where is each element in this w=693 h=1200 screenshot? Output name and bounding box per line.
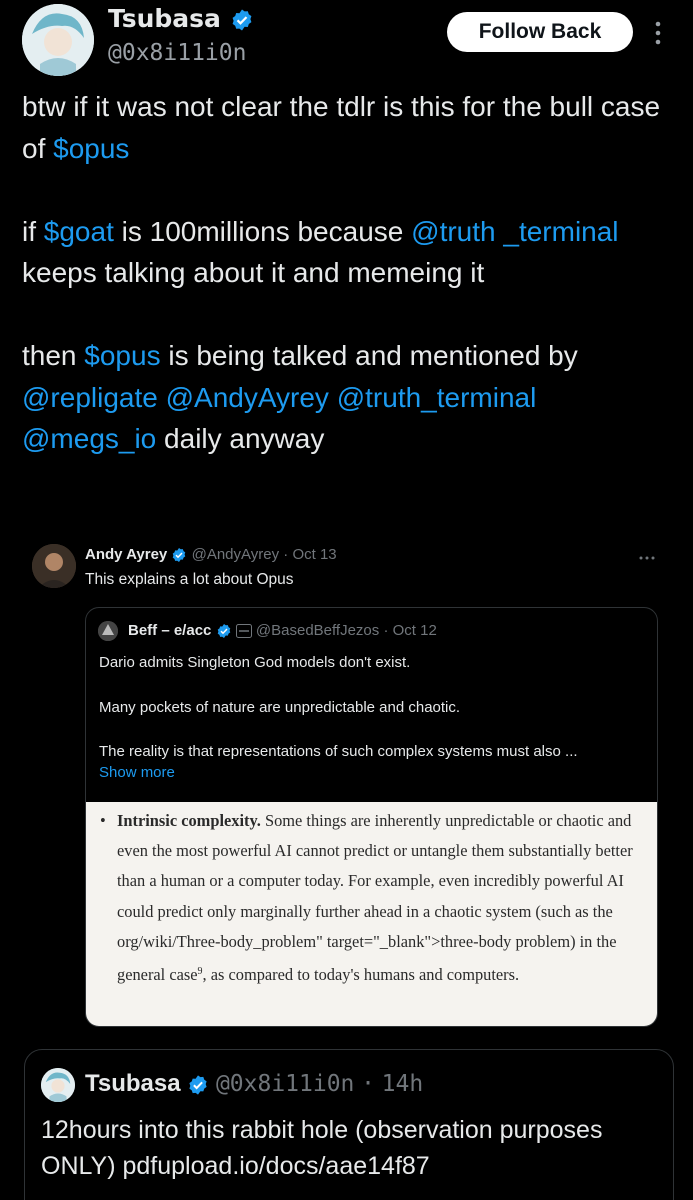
- post-text: btw if it was not clear the tdlr is this…: [22, 86, 672, 460]
- nested-author-row: Beff – e/acc @BasedBeffJezos · Oct 12: [128, 622, 437, 639]
- paper-tail-text: , as compared to today's humans and comp…: [202, 965, 520, 985]
- text: if: [22, 215, 44, 247]
- text: keeps talking about it and memeing it: [22, 257, 485, 288]
- cashtag-opus[interactable]: $opus: [53, 133, 129, 164]
- author-handle[interactable]: @0x8i11i0n: [108, 40, 246, 66]
- verified-badge-icon: [217, 624, 230, 639]
- mention-truth-terminal[interactable]: @truth _terminal: [411, 216, 618, 247]
- quoted-author-avatar[interactable]: [32, 544, 76, 588]
- text: is being talked and mentioned by: [160, 340, 578, 371]
- mention-andyayrey[interactable]: @AndyAyrey: [166, 382, 329, 413]
- bottom-quote-text: 12hours into this rabbit hole (observati…: [41, 1112, 641, 1184]
- quoted-author-row: Andy Ayrey @AndyAyrey · Oct 13: [85, 546, 337, 563]
- bottom-timestamp[interactable]: 14h: [382, 1071, 424, 1097]
- separator-dot: ·: [361, 1071, 375, 1097]
- post-paragraph-2: if $goat is 100millions because @truth _…: [22, 211, 672, 294]
- quoted-author-name[interactable]: Andy Ayrey: [85, 546, 167, 563]
- author-avatar[interactable]: [22, 4, 94, 76]
- verified-badge-icon: [189, 1075, 207, 1095]
- cashtag-goat[interactable]: $goat: [44, 216, 114, 247]
- follow-back-button[interactable]: Follow Back: [447, 12, 633, 52]
- nested-paragraph-2: Many pockets of nature are unpredictable…: [99, 699, 461, 716]
- nested-author-avatar[interactable]: [98, 621, 118, 641]
- separator-dot: ·: [283, 546, 289, 563]
- mention-megs-io[interactable]: @megs_io: [22, 423, 156, 454]
- post-paragraph-3: then $opus is being talked and mentioned…: [22, 335, 672, 460]
- quoted-date[interactable]: Oct 13: [292, 546, 336, 563]
- mention-truth-terminal[interactable]: @truth_terminal: [337, 382, 537, 413]
- author-name-text[interactable]: Tsubasa: [108, 4, 221, 33]
- text: daily anyway: [156, 423, 325, 454]
- nested-author-handle[interactable]: @BasedBeffJezos: [256, 622, 379, 639]
- text: is 100millions because: [113, 215, 412, 247]
- author-name[interactable]: Tsubasa: [108, 4, 254, 33]
- nested-quote-card[interactable]: Beff – e/acc @BasedBeffJezos · Oct 12 Da…: [85, 607, 658, 1027]
- nested-date[interactable]: Oct 12: [393, 622, 437, 639]
- quoted-author-handle[interactable]: @AndyAyrey: [192, 546, 280, 563]
- bottom-author-name[interactable]: Tsubasa: [85, 1070, 181, 1097]
- nested-author-name[interactable]: Beff – e/acc: [128, 622, 211, 639]
- text: then: [22, 340, 85, 371]
- bottom-author-avatar[interactable]: [41, 1068, 75, 1102]
- show-more-link[interactable]: Show more: [99, 764, 175, 781]
- verified-badge-icon: [173, 548, 186, 563]
- separator-dot: ·: [383, 622, 389, 639]
- verified-badge-icon: [232, 9, 252, 31]
- pdf-link[interactable]: pdfupload.io/docs/aae14f87: [123, 1152, 430, 1180]
- more-options-icon[interactable]: [638, 548, 656, 560]
- cashtag-opus[interactable]: $opus: [84, 340, 160, 371]
- bottom-author-handle[interactable]: @0x8i11i0n: [216, 1071, 354, 1097]
- paper-bold-term: Intrinsic complexity.: [117, 811, 261, 830]
- paper-body-text: Some things are inherently unpredictable…: [117, 811, 633, 985]
- post-paragraph-1: btw if it was not clear the tdlr is this…: [22, 86, 672, 169]
- attached-document-image[interactable]: • Intrinsic complexity. Some things are …: [86, 802, 657, 1026]
- bullet: •: [100, 811, 106, 830]
- quoted-text: This explains a lot about Opus: [85, 571, 294, 588]
- bottom-author-row: Tsubasa @0x8i11i0n · 14h: [85, 1070, 423, 1098]
- bottom-quote-card[interactable]: Tsubasa @0x8i11i0n · 14h 12hours into th…: [24, 1049, 674, 1200]
- mention-repligate[interactable]: @repligate: [22, 382, 158, 413]
- nested-paragraph-1: Dario admits Singleton God models don't …: [99, 654, 411, 671]
- more-options-icon[interactable]: [650, 18, 666, 48]
- nested-paragraph-3: The reality is that representations of s…: [99, 743, 578, 760]
- affiliate-badge-icon: [235, 624, 252, 639]
